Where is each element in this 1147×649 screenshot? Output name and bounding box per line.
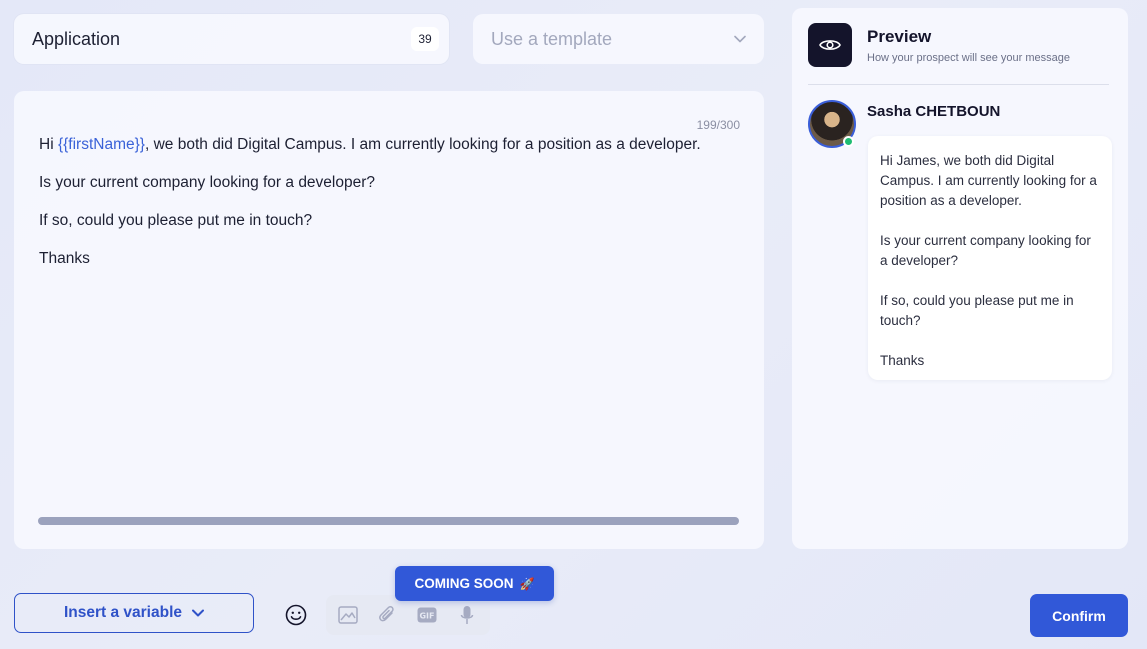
attachment-tools: GIF	[326, 595, 490, 635]
preview-paragraph: If so, could you please put me in touch?	[880, 293, 1074, 328]
message-editor[interactable]: 199/300 Hi {{firstName}}, we both did Di…	[14, 91, 764, 549]
variable-token-firstname[interactable]: {{firstName}}	[58, 136, 145, 153]
insert-variable-label: Insert a variable	[63, 604, 183, 621]
preview-title: Preview	[867, 27, 932, 46]
message-greeting: Hi	[39, 136, 58, 153]
preview-divider	[808, 84, 1109, 85]
message-name-field[interactable]: Application 39	[14, 14, 449, 64]
preview-paragraph: Thanks	[880, 353, 925, 368]
message-name-count-badge: 39	[411, 27, 439, 51]
message-preview-bubble: Hi James, we both did Digital Campus. I …	[868, 136, 1112, 380]
eye-icon	[808, 23, 852, 67]
chevron-down-icon	[192, 604, 205, 622]
microphone-icon	[457, 605, 477, 625]
preview-paragraph: Is your current company looking for a de…	[880, 233, 1091, 268]
character-count: 199/300	[696, 118, 740, 132]
online-status-dot	[843, 136, 854, 147]
rocket-icon: 🚀	[519, 576, 535, 591]
message-line-1-text: , we both did Digital Campus. I am curre…	[144, 136, 701, 153]
gif-icon-label: GIF	[419, 612, 434, 621]
insert-variable-button[interactable]: Insert a variable	[14, 593, 254, 633]
coming-soon-label: COMING SOON	[414, 576, 514, 591]
template-select[interactable]: Use a template	[473, 14, 764, 64]
message-line-2: Is your current company looking for a de…	[39, 174, 376, 191]
message-line-3: If so, could you please put me in touch?	[39, 212, 313, 229]
preview-subtitle: How your prospect will see your message	[867, 52, 1070, 64]
template-select-placeholder: Use a template	[491, 28, 613, 49]
sender-name: Sasha CHETBOUN	[867, 103, 1001, 120]
paperclip-icon	[377, 605, 397, 625]
image-icon	[338, 605, 358, 625]
message-line-1: Hi {{firstName}}, we both did Digital Ca…	[39, 135, 740, 154]
chevron-down-icon	[734, 32, 746, 46]
coming-soon-badge: COMING SOON 🚀	[395, 566, 554, 601]
message-editor-body[interactable]: Hi {{firstName}}, we both did Digital Ca…	[39, 135, 740, 287]
horizontal-scrollbar[interactable]	[38, 517, 739, 525]
preview-paragraph: Hi James, we both did Digital Campus. I …	[880, 153, 1097, 208]
message-line-4: Thanks	[39, 250, 90, 267]
emoji-icon[interactable]	[283, 602, 309, 628]
preview-panel: Preview How your prospect will see your …	[792, 8, 1128, 549]
confirm-button[interactable]: Confirm	[1030, 594, 1128, 637]
gif-icon: GIF	[417, 605, 437, 625]
message-name-value[interactable]: Application	[32, 29, 411, 50]
